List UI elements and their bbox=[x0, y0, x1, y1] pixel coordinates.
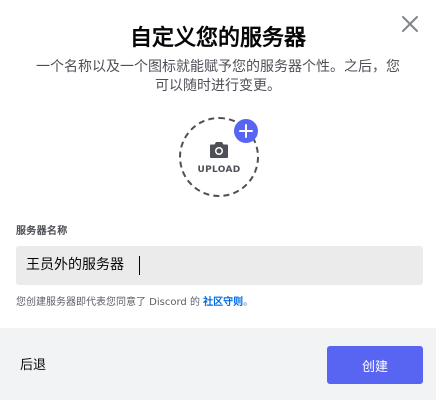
terms-suffix: 。 bbox=[243, 297, 254, 308]
community-guidelines-link[interactable]: 社区守则 bbox=[203, 297, 243, 308]
terms-text: 您创建服务器即代表您同意了 Discord 的 社区守则。 bbox=[16, 293, 253, 308]
modal-subtitle: 一个名称以及一个图标就能赋予您的服务器个性。之后，您可以随时进行变更。 bbox=[36, 59, 400, 94]
create-server-modal: 自定义您的服务器 一个名称以及一个图标就能赋予您的服务器个性。之后，您可以随时进… bbox=[0, 0, 436, 400]
plus-icon[interactable] bbox=[234, 119, 258, 143]
server-name-input[interactable] bbox=[16, 246, 423, 285]
text-cursor bbox=[139, 256, 140, 275]
camera-icon bbox=[210, 142, 228, 158]
modal-footer: 后退 创建 bbox=[0, 328, 436, 400]
server-name-label: 服务器名称 bbox=[16, 226, 68, 237]
modal-title: 自定义您的服务器 bbox=[129, 26, 306, 51]
upload-label: UPLOAD bbox=[197, 165, 241, 175]
back-button[interactable]: 后退 bbox=[20, 354, 46, 373]
create-button[interactable]: 创建 bbox=[327, 346, 423, 384]
terms-prefix: 您创建服务器即代表您同意了 Discord 的 bbox=[16, 297, 204, 308]
